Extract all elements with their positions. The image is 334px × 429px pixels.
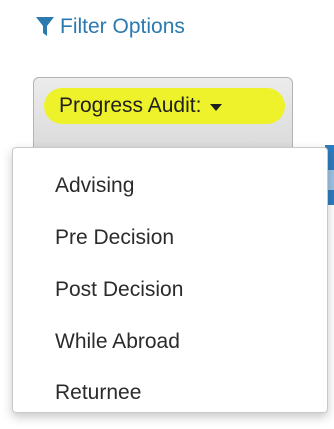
menu-item-advising[interactable]: Advising: [55, 171, 134, 201]
funnel-icon: [36, 17, 54, 37]
progress-audit-label: Progress Audit:: [59, 94, 202, 117]
progress-audit-dropdown-menu: Advising Pre Decision Post Decision Whil…: [12, 147, 328, 413]
menu-item-returnee[interactable]: Returnee: [55, 378, 141, 408]
progress-audit-button[interactable]: Progress Audit:: [33, 77, 293, 157]
progress-audit-highlight: Progress Audit:: [44, 88, 285, 124]
caret-down-icon: [210, 104, 223, 111]
filter-options-link[interactable]: Filter Options: [36, 13, 185, 41]
filter-options-label: Filter Options: [60, 15, 185, 38]
menu-item-while-abroad[interactable]: While Abroad: [55, 327, 180, 357]
menu-item-pre-decision[interactable]: Pre Decision: [55, 223, 174, 253]
menu-item-post-decision[interactable]: Post Decision: [55, 275, 183, 305]
